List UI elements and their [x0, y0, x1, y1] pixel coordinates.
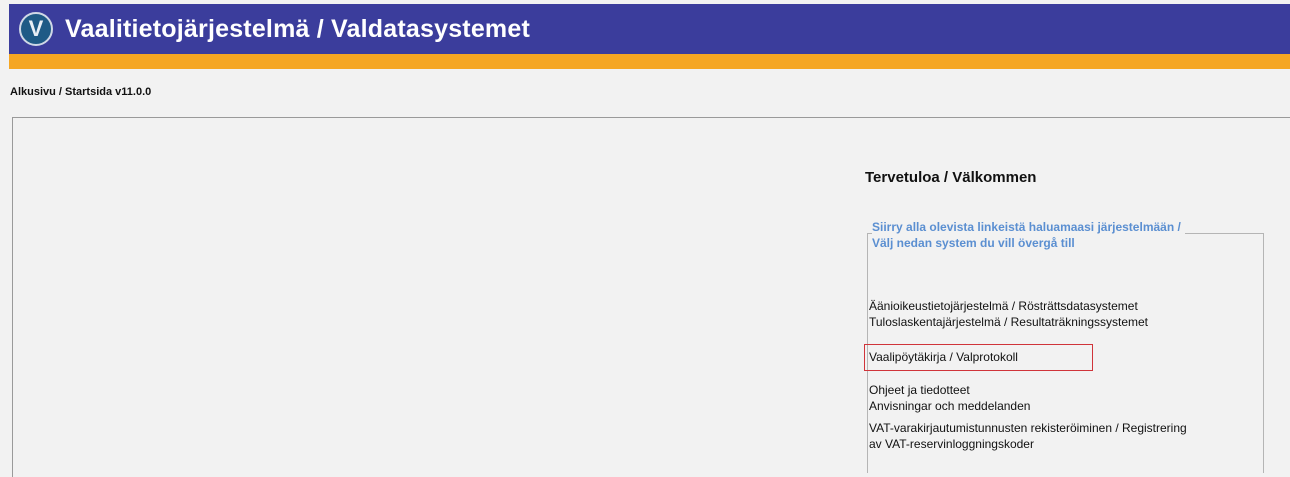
- panel-legend-line-2: Välj nedan system du vill övergå till: [872, 236, 1075, 250]
- link-instructions-sv[interactable]: Anvisningar och meddelanden: [869, 399, 1030, 414]
- app-header: V Vaalitietojärjestelmä / Valdatasysteme…: [9, 4, 1290, 54]
- accent-bar: [9, 54, 1290, 69]
- welcome-heading: Tervetuloa / Välkommen: [865, 169, 1037, 186]
- link-voting-rights-system[interactable]: Äänioikeustietojärjestelmä / Rösträttsda…: [869, 299, 1138, 314]
- link-vat-registration-line-2[interactable]: av VAT-reservinloggningskoder: [869, 437, 1034, 452]
- link-vat-registration-line-1[interactable]: VAT-varakirjautumistunnusten rekisteröim…: [869, 421, 1187, 436]
- breadcrumb: Alkusivu / Startsida v11.0.0: [10, 86, 152, 98]
- logo-icon: V: [19, 12, 53, 46]
- link-instructions-fi[interactable]: Ohjeet ja tiedotteet: [869, 383, 970, 398]
- panel-legend: Siirry alla olevista linkeistä haluamaas…: [872, 219, 1185, 251]
- link-election-protocol[interactable]: Vaalipöytäkirja / Valprotokoll: [869, 350, 1018, 365]
- panel-legend-line-1: Siirry alla olevista linkeistä haluamaas…: [872, 220, 1181, 234]
- link-results-system[interactable]: Tuloslaskentajärjestelmä / Resultaträkni…: [869, 315, 1148, 330]
- app-title: Vaalitietojärjestelmä / Valdatasystemet: [65, 14, 530, 43]
